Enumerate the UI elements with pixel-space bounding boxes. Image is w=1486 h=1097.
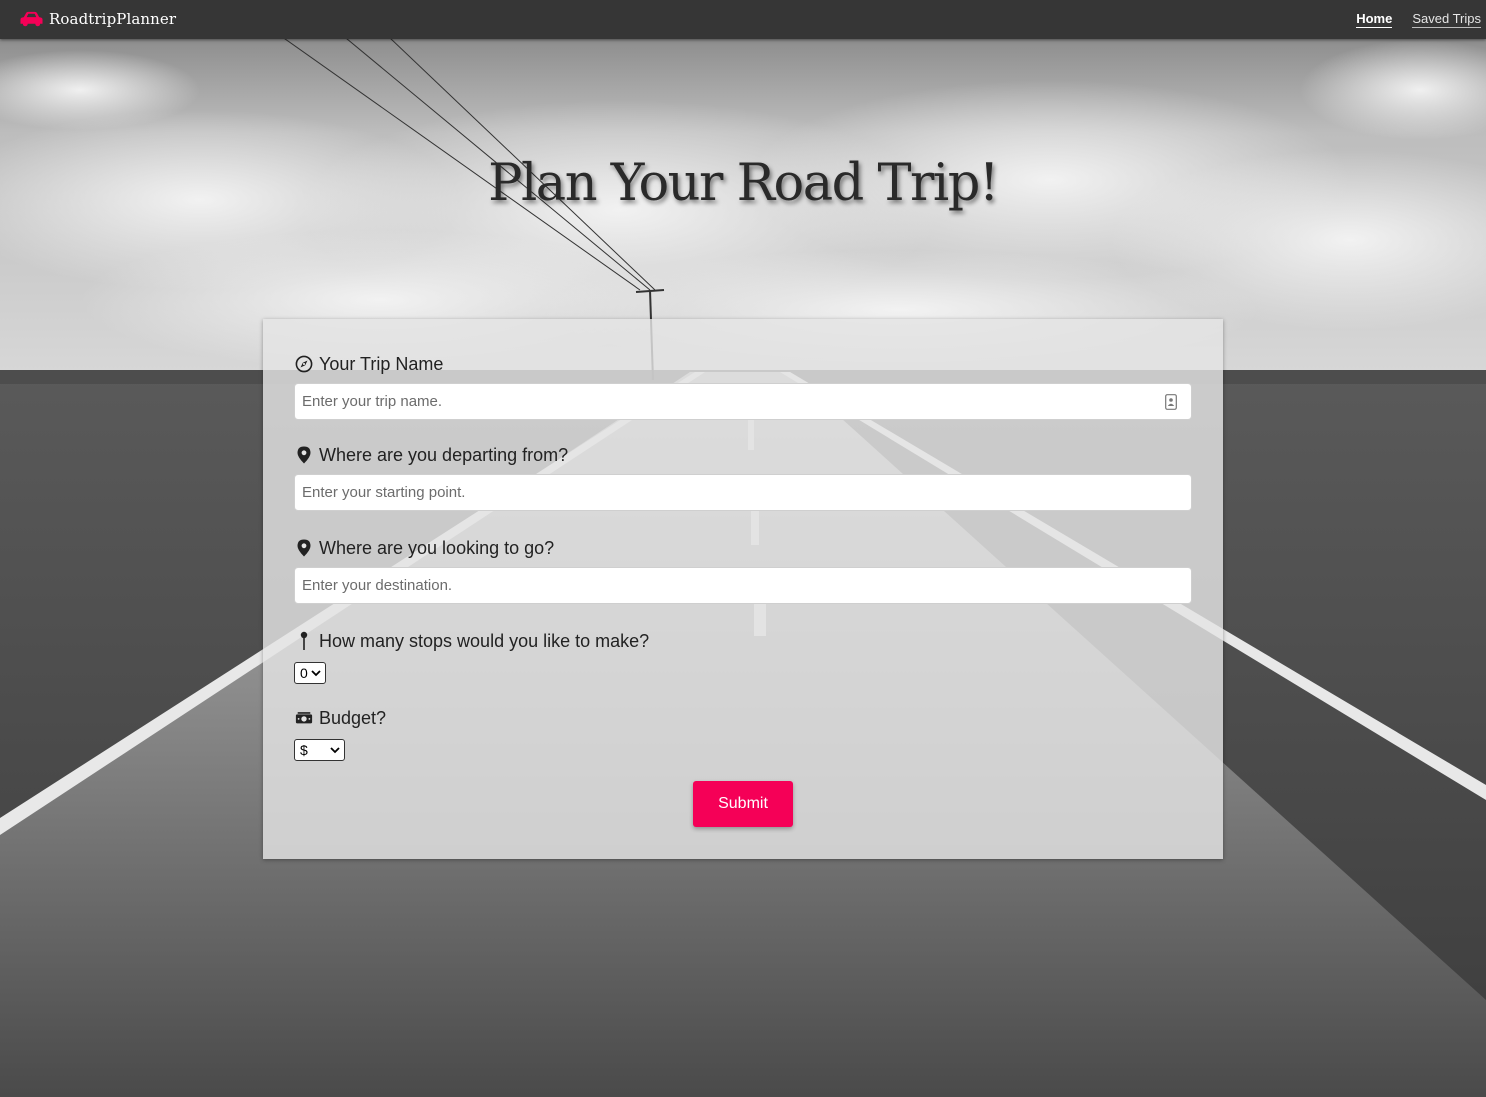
destination-label: Where are you looking to go? <box>295 536 554 560</box>
map-pin-icon <box>295 539 313 557</box>
money-icon <box>295 709 313 727</box>
destination-label-text: Where are you looking to go? <box>319 537 555 558</box>
contact-card-icon[interactable] <box>1165 394 1177 410</box>
compass-icon <box>295 355 313 373</box>
stops-label-text: How many stops would you like to make? <box>319 630 650 651</box>
budget-selected-value: $ <box>300 742 308 758</box>
trip-name-input[interactable] <box>294 383 1192 420</box>
chevron-down-icon <box>311 670 321 677</box>
push-pin-icon <box>295 631 313 650</box>
submit-button[interactable]: Submit <box>693 781 793 827</box>
car-icon <box>20 11 43 27</box>
stops-label: How many stops would you like to make? <box>295 629 649 653</box>
budget-label: Budget? <box>295 706 386 730</box>
top-navbar: RoadtripPlanner Home Saved Trips <box>0 0 1486 39</box>
destination-input[interactable] <box>294 567 1192 604</box>
trip-form-panel: Your Trip Name Where are you departing f… <box>263 319 1223 859</box>
budget-select[interactable]: $ <box>294 739 345 761</box>
trip-name-label-text: Your Trip Name <box>319 353 444 374</box>
origin-input[interactable] <box>294 474 1192 511</box>
stops-selected-value: 0 <box>300 665 308 681</box>
nav-link-saved-trips[interactable]: Saved Trips <box>1412 11 1481 28</box>
trip-name-label: Your Trip Name <box>295 352 443 376</box>
origin-label-text: Where are you departing from? <box>319 444 569 465</box>
chevron-down-icon <box>330 747 340 754</box>
nav-link-home[interactable]: Home <box>1356 11 1393 28</box>
stops-select[interactable]: 0 <box>294 662 326 684</box>
brand-logo-link[interactable]: RoadtripPlanner <box>20 8 176 30</box>
origin-label: Where are you departing from? <box>295 443 568 467</box>
page-title: Plan Your Road Trip! <box>488 154 999 213</box>
nav-links: Home Saved Trips <box>1356 11 1481 28</box>
map-pin-icon <box>295 446 313 464</box>
budget-label-text: Budget? <box>319 707 387 728</box>
brand-name: RoadtripPlanner <box>49 10 177 28</box>
